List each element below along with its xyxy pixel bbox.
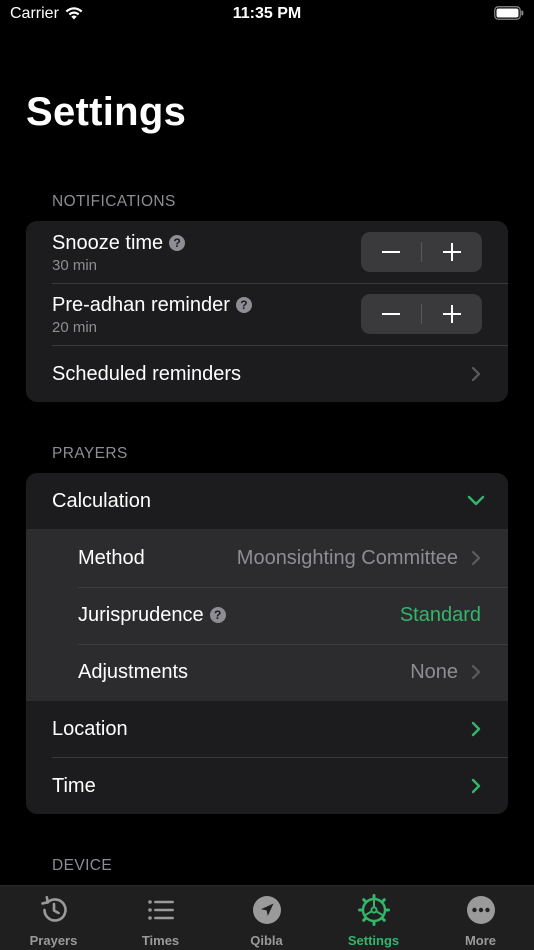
decrement-button[interactable] — [361, 294, 421, 334]
tab-prayers[interactable]: Prayers — [0, 886, 107, 950]
section-header-notifications: NOTIFICATIONS — [52, 193, 176, 210]
tab-qibla[interactable]: Qibla — [213, 886, 320, 950]
chevron-right-icon — [471, 550, 481, 566]
pre-adhan-title: Pre-adhan reminder — [52, 294, 230, 316]
more-icon — [467, 896, 495, 924]
settings-screen: Carrier 11:35 PM Settings NOTIFICATIONS … — [0, 0, 534, 950]
tab-label: Times — [141, 933, 180, 948]
tab-settings[interactable]: Settings — [320, 886, 427, 950]
chevron-right-icon — [471, 366, 481, 382]
method-row[interactable]: Method Moonsighting Committee — [26, 529, 508, 587]
status-time: 11:35 PM — [232, 5, 302, 22]
calculation-options: Method Moonsighting Committee Jurisprude… — [26, 529, 508, 701]
prayers-group: Calculation Method Moonsighting Committe… — [26, 473, 508, 814]
tab-more[interactable]: More — [427, 886, 534, 950]
calculation-title: Calculation — [52, 490, 151, 512]
tab-label: More — [464, 933, 497, 948]
section-header-prayers: PRAYERS — [52, 445, 128, 462]
page-title: Settings — [26, 90, 187, 134]
battery-icon — [494, 6, 524, 20]
tab-label: Qibla — [250, 933, 283, 948]
pre-adhan-stepper — [361, 294, 482, 334]
chevron-right-icon — [471, 721, 481, 737]
adjustments-row[interactable]: Adjustments None — [26, 645, 508, 701]
help-icon[interactable]: ? — [235, 297, 252, 313]
method-value: Moonsighting Committee — [236, 547, 458, 569]
snooze-time-value: 30 min — [52, 257, 98, 274]
pre-adhan-title-wrap: Pre-adhan reminder? — [52, 294, 252, 317]
adjustments-value: None — [410, 661, 458, 683]
tab-times[interactable]: Times — [107, 886, 214, 950]
snooze-time-row: Snooze time? 30 min — [26, 221, 508, 283]
help-icon[interactable]: ? — [169, 235, 186, 251]
help-icon[interactable]: ? — [209, 607, 226, 623]
time-row[interactable]: Time — [26, 758, 508, 814]
scheduled-reminders-row[interactable]: Scheduled reminders — [26, 346, 508, 402]
compass-icon — [253, 896, 281, 924]
list-icon — [148, 900, 174, 920]
history-icon — [41, 895, 67, 922]
decrement-button[interactable] — [361, 232, 421, 272]
tab-bar: Prayers Times Qibla Settings More — [0, 885, 534, 950]
jurisprudence-title: Jurisprudence — [78, 604, 204, 626]
section-header-device: DEVICE — [52, 857, 113, 874]
jurisprudence-title-wrap: Jurisprudence? — [78, 604, 226, 627]
adjustments-title: Adjustments — [78, 661, 189, 683]
location-row[interactable]: Location — [26, 701, 508, 757]
scheduled-reminders-title: Scheduled reminders — [52, 363, 241, 385]
location-title: Location — [52, 718, 128, 740]
notifications-group: Snooze time? 30 min Pre-adhan reminder? … — [26, 221, 508, 402]
increment-button[interactable] — [422, 294, 482, 334]
increment-button[interactable] — [422, 232, 482, 272]
jurisprudence-row[interactable]: Jurisprudence? Standard — [26, 588, 508, 644]
status-bar: Carrier 11:35 PM — [0, 0, 534, 30]
chevron-right-icon — [471, 664, 481, 680]
time-title: Time — [52, 775, 96, 797]
snooze-time-title-wrap: Snooze time? — [52, 232, 186, 255]
snooze-time-title: Snooze time — [52, 232, 164, 254]
pre-adhan-value: 20 min — [52, 319, 98, 336]
method-title: Method — [78, 547, 145, 569]
chevron-down-icon — [467, 495, 485, 506]
tab-label: Prayers — [29, 933, 78, 948]
jurisprudence-value[interactable]: Standard — [400, 604, 481, 627]
tab-label: Settings — [347, 933, 400, 948]
gear-icon — [358, 894, 390, 926]
pre-adhan-reminder-row: Pre-adhan reminder? 20 min — [26, 284, 508, 345]
calculation-row[interactable]: Calculation — [26, 473, 508, 529]
chevron-right-icon — [471, 778, 481, 794]
snooze-time-stepper — [361, 232, 482, 272]
